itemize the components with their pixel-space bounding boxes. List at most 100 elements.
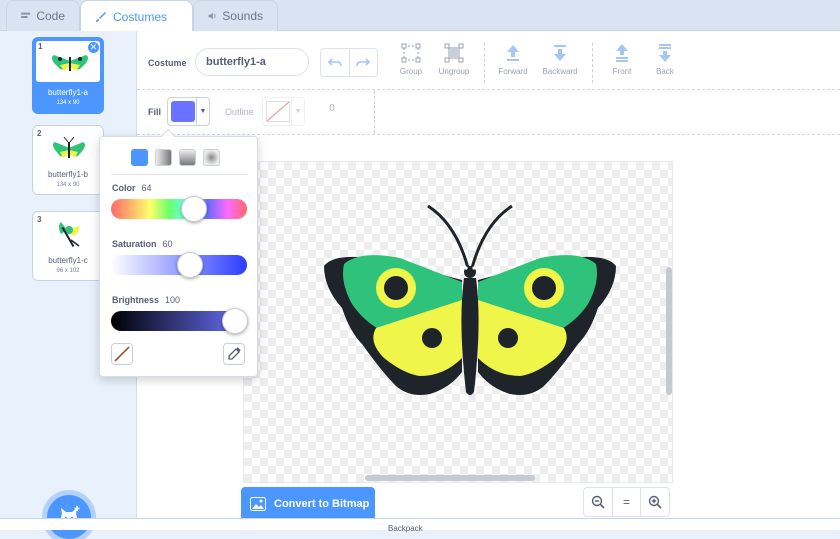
saturation-label: Saturation — [112, 239, 157, 249]
vertical-gradient-option[interactable] — [179, 149, 196, 166]
butterfly-thumbnail — [53, 136, 85, 158]
no-outline-icon — [266, 101, 290, 122]
editor-tabs: Code Costumes Sounds — [0, 0, 840, 32]
options-row-divider — [137, 134, 840, 135]
vertical-scrollbar[interactable] — [666, 267, 672, 395]
outline-color-button[interactable]: ▼ — [262, 97, 305, 126]
saturation-slider-knob[interactable] — [177, 252, 203, 278]
saturation-value: 60 — [162, 239, 173, 249]
zoom-controls: = — [583, 487, 670, 517]
brightness-slider-label: Brightness 100 — [112, 295, 180, 305]
saturation-slider-label: Saturation 60 — [112, 239, 173, 249]
color-slider-label: Color 64 — [112, 183, 152, 193]
solid-fill-option[interactable] — [131, 149, 148, 166]
toolbar-divider — [374, 91, 375, 133]
zoom-out-button[interactable] — [584, 488, 612, 516]
costume-name: butterfly1-b — [47, 170, 89, 179]
costume-name: butterfly1-c — [48, 256, 88, 265]
costume-size: 134 x 90 — [56, 182, 80, 188]
horizontal-gradient-option[interactable] — [155, 149, 172, 166]
butterfly-thumbnail — [59, 222, 80, 248]
paint-canvas[interactable] — [243, 161, 673, 483]
brush-icon — [96, 11, 106, 22]
no-fill-button[interactable] — [111, 343, 133, 365]
fill-swatch — [171, 101, 195, 122]
brightness-value: 100 — [165, 295, 181, 305]
tab-costumes[interactable]: Costumes — [80, 0, 193, 32]
redo-button[interactable] — [350, 49, 378, 76]
costume-size: 134 x 90 — [56, 100, 80, 106]
brightness-slider-knob[interactable] — [222, 308, 248, 334]
costume-item-3[interactable]: 3 butterfly1-c 96 x 102 — [32, 211, 104, 281]
horizontal-scrollbar[interactable] — [365, 475, 535, 481]
outline-dropdown-icon: ▼ — [291, 98, 304, 125]
tab-sounds[interactable]: Sounds — [193, 0, 278, 31]
ungroup-button[interactable]: Ungroup — [424, 43, 484, 76]
tab-sounds-label: Sounds — [222, 9, 263, 23]
radial-gradient-option[interactable] — [203, 149, 220, 166]
convert-to-bitmap-button[interactable]: Convert to Bitmap — [241, 487, 375, 521]
color-slider-knob[interactable] — [181, 196, 207, 222]
gradient-type-selector — [131, 149, 220, 166]
zoom-in-button[interactable] — [640, 488, 669, 516]
popover-divider — [111, 174, 248, 175]
costume-name-input[interactable] — [195, 48, 309, 76]
eyedropper-icon — [228, 347, 241, 360]
fill-dropdown-icon: ▼ — [196, 98, 209, 125]
ungroup-icon — [444, 43, 464, 63]
bitmap-icon — [250, 497, 266, 511]
outline-label: Outline — [225, 107, 254, 117]
tab-costumes-label: Costumes — [113, 9, 168, 24]
tab-code[interactable]: Code — [6, 0, 80, 31]
forward-icon — [507, 45, 519, 61]
eyedropper-button[interactable] — [223, 343, 245, 365]
ungroup-label: Ungroup — [438, 67, 470, 76]
color-value: 64 — [141, 183, 152, 193]
no-fill-icon — [114, 346, 130, 362]
back-label: Back — [656, 67, 674, 76]
color-slider[interactable] — [111, 196, 247, 222]
saturation-slider[interactable] — [111, 252, 247, 278]
zoom-in-icon — [648, 495, 662, 509]
costume-name: butterfly1-a — [47, 88, 89, 97]
front-icon — [616, 44, 628, 62]
front-label: Front — [612, 67, 632, 76]
costume-item-2[interactable]: 2 butterfly1-b 134 x 90 — [32, 125, 104, 195]
backward-button[interactable]: Backward — [530, 43, 590, 76]
undo-redo-group — [320, 48, 378, 77]
code-icon — [21, 12, 31, 18]
outline-width-input[interactable]: 0 — [317, 103, 347, 114]
brightness-slider[interactable] — [111, 308, 248, 334]
costume-number: 3 — [37, 215, 42, 224]
costume-size: 96 x 102 — [56, 268, 80, 274]
back-button[interactable]: Back — [635, 43, 695, 76]
backpack-label: Backpack — [388, 524, 423, 533]
costume-item-1[interactable]: 1 ✕ butterfly1-a 134 x 90 — [32, 37, 104, 114]
forward-label: Forward — [498, 67, 528, 76]
zoom-out-icon — [591, 495, 605, 509]
speaker-icon — [208, 12, 216, 20]
back-icon — [659, 44, 671, 62]
choose-costume-button[interactable] — [47, 495, 91, 539]
butterfly-thumbnail — [52, 55, 88, 71]
costume-number: 2 — [37, 129, 42, 138]
fill-color-button[interactable]: ▼ — [167, 97, 210, 126]
zoom-reset-button[interactable]: = — [611, 488, 641, 516]
tab-code-label: Code — [36, 9, 65, 23]
group-label: Group — [399, 67, 423, 76]
costume-label: Costume — [148, 58, 187, 68]
backward-icon — [554, 45, 566, 61]
brightness-label: Brightness — [112, 295, 160, 305]
undo-icon — [327, 57, 342, 66]
fill-color-popover: Color 64 Saturation 60 Brightness 100 — [99, 128, 258, 377]
costume-number: 1 — [38, 42, 43, 51]
redo-icon — [356, 57, 371, 66]
fill-label: Fill — [148, 107, 161, 117]
color-label: Color — [112, 183, 136, 193]
toolbar-row-divider — [137, 89, 840, 90]
undo-button[interactable] — [321, 49, 350, 76]
group-icon — [401, 43, 421, 63]
convert-to-bitmap-label: Convert to Bitmap — [274, 498, 370, 510]
backward-label: Backward — [542, 67, 578, 76]
butterfly-costume — [324, 204, 616, 395]
